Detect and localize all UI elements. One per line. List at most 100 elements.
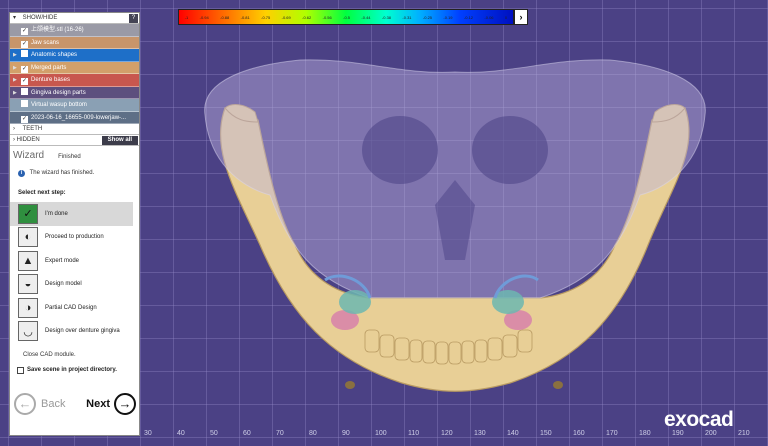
axis-tick-label: 110 bbox=[408, 430, 420, 437]
object-label: 上颌模型.stl (16-26) bbox=[31, 27, 84, 33]
object-row[interactable]: ▶ Merged parts bbox=[10, 61, 139, 74]
wizard-step[interactable]: ◡ Design over denture gingiva bbox=[10, 320, 133, 344]
expand-triangle-icon[interactable]: ▶ bbox=[13, 87, 21, 99]
object-row[interactable]: ▶ Denture bases bbox=[10, 74, 139, 87]
object-label: Merged parts bbox=[31, 64, 67, 71]
axis-tick-label: 70 bbox=[276, 430, 284, 437]
back-button[interactable]: ← Back bbox=[14, 393, 65, 415]
visibility-checkbox[interactable] bbox=[21, 40, 28, 48]
save-scene-checkbox-row[interactable]: Save scene in project directory. bbox=[10, 363, 139, 377]
colorbar-ticks: -1 -0.94 -0.88 -0.81 -0.75 -0.69 -0.62 -0.56 -0.… bbox=[179, 10, 513, 24]
axis-tick-label: 60 bbox=[243, 430, 251, 437]
right-orbit bbox=[472, 116, 548, 184]
axis-tick-label: 100 bbox=[375, 430, 387, 437]
wizard-step-label: Proceed to production bbox=[45, 234, 104, 241]
axis-tick-label: 30 bbox=[144, 430, 152, 437]
expand-triangle-icon[interactable]: ▶ bbox=[13, 74, 21, 86]
next-button[interactable]: Next → bbox=[86, 393, 136, 415]
colorbar-tick: -0.56 bbox=[322, 14, 332, 20]
teeth-header[interactable]: › TEETH bbox=[10, 124, 139, 135]
wizard-status: Finished bbox=[58, 154, 81, 160]
axis-tick-label: 180 bbox=[639, 430, 651, 437]
hidden-header[interactable]: › HIDDEN Show all bbox=[10, 135, 139, 146]
chevron-right-icon[interactable]: › bbox=[514, 9, 528, 25]
object-row[interactable]: Virtual wasup bottom bbox=[10, 99, 139, 112]
chevron-right-icon: › bbox=[13, 137, 15, 143]
axis-tick-label: 140 bbox=[507, 430, 519, 437]
mental-foramen-left bbox=[345, 381, 355, 389]
visibility-checkbox[interactable] bbox=[21, 65, 28, 73]
check-icon: ✓ bbox=[18, 203, 38, 224]
model-icon: ◒ bbox=[18, 274, 38, 295]
colorbar-tick: -0.44 bbox=[361, 14, 371, 20]
deviation-color-bar: -1 -0.94 -0.88 -0.81 -0.75 -0.69 -0.62 -0.56 -0.… bbox=[178, 9, 514, 25]
object-label: Denture bases bbox=[31, 77, 71, 83]
visibility-checkbox[interactable] bbox=[21, 100, 28, 107]
partial-cad-icon: ◑ bbox=[18, 297, 38, 318]
colorbar-tick: -0.81 bbox=[240, 14, 250, 20]
colorbar-tick: -0.12 bbox=[463, 14, 474, 20]
colorbar-tick: 0 bbox=[504, 14, 508, 20]
wizard-step[interactable]: ✓ I'm done bbox=[10, 202, 133, 226]
object-row[interactable]: ▶ Gingiva design parts bbox=[10, 86, 139, 99]
axis-tick-label: 50 bbox=[210, 430, 218, 437]
axis-tick-label: 150 bbox=[540, 430, 552, 437]
expand-triangle-icon[interactable]: ▶ bbox=[13, 62, 21, 74]
object-label: Gingiva design parts bbox=[31, 89, 86, 96]
axis-tick-label: 210 bbox=[738, 430, 750, 437]
object-row[interactable]: 上颌模型.stl (16-26) bbox=[10, 24, 139, 37]
axis-tick-label: 160 bbox=[573, 430, 585, 437]
object-row[interactable]: ▶ Anatomic shapes bbox=[10, 49, 139, 62]
skull-mandible-model[interactable] bbox=[140, 30, 768, 440]
wizard-navigation: ← Back Next → bbox=[10, 393, 139, 419]
wizard-steps: ✓ I'm done ◐ Proceed to production ▲ Expert m… bbox=[10, 202, 139, 343]
left-panel: ▾ SHOW/HIDE ? 上颌模型.stl (16-26) Jaw scans ▶… bbox=[9, 12, 140, 436]
axis-tick-label: 90 bbox=[342, 430, 350, 437]
colorbar-tick: -0.25 bbox=[422, 14, 433, 20]
object-label: Jaw scans bbox=[31, 39, 60, 46]
visibility-checkbox[interactable] bbox=[21, 115, 28, 123]
wizard-step[interactable]: ◒ Design model bbox=[10, 273, 133, 297]
save-scene-checkbox[interactable] bbox=[17, 366, 24, 374]
colorbar-tick: -0.69 bbox=[281, 14, 291, 20]
colorbar-tick: -0.75 bbox=[261, 14, 271, 20]
axis-tick-label: 80 bbox=[309, 430, 317, 437]
wizard-step[interactable]: ◐ Proceed to production bbox=[10, 226, 133, 250]
chevron-down-icon: ▾ bbox=[13, 15, 17, 21]
object-label: Virtual wasup bottom bbox=[31, 102, 87, 108]
visibility-checkbox[interactable] bbox=[21, 78, 28, 85]
show-all-button[interactable]: Show all bbox=[101, 136, 138, 145]
wizard-step-label: Design model bbox=[45, 281, 82, 288]
close-cad-module-link[interactable]: Close CAD module. bbox=[10, 343, 139, 363]
visibility-checkbox[interactable] bbox=[21, 50, 28, 57]
palette-icon: ◐ bbox=[18, 227, 38, 248]
object-row[interactable]: 2023-06-16_16655-009-lowerjaw-... bbox=[10, 111, 139, 124]
axis-tick-label: 40 bbox=[177, 430, 185, 437]
show-hide-label: SHOW/HIDE bbox=[22, 15, 58, 21]
visibility-checkbox[interactable] bbox=[21, 87, 28, 95]
arrow-left-icon: ← bbox=[14, 393, 36, 415]
visibility-checkbox[interactable] bbox=[21, 28, 28, 35]
wizard-step-label: Partial CAD Design bbox=[45, 304, 97, 311]
wizard-step-label: I'm done bbox=[45, 210, 68, 217]
show-hide-header[interactable]: ▾ SHOW/HIDE ? bbox=[10, 13, 139, 24]
wizard-step[interactable]: ▲ Expert mode bbox=[10, 249, 133, 273]
wizard-title: Wizard bbox=[13, 150, 45, 161]
colorbar-tick: -0.31 bbox=[402, 14, 412, 20]
select-next-step-label: Select next step: bbox=[18, 190, 66, 196]
graduation-cap-icon: ▲ bbox=[18, 250, 38, 271]
help-button[interactable]: ? bbox=[129, 14, 138, 23]
colorbar-tick: -0.62 bbox=[302, 14, 312, 20]
wizard-step[interactable]: ◑ Partial CAD Design bbox=[10, 296, 133, 320]
mental-foramen-right bbox=[553, 381, 563, 389]
colorbar-tick: -1 bbox=[184, 14, 189, 20]
object-row[interactable]: Jaw scans bbox=[10, 36, 139, 49]
exocad-logo: exocad bbox=[664, 408, 734, 431]
object-label: 2023-06-16_16655-009-lowerjaw-... bbox=[31, 114, 127, 121]
teeth-label: TEETH bbox=[22, 126, 43, 132]
object-label: Anatomic shapes bbox=[31, 52, 78, 58]
next-label: Next bbox=[86, 398, 110, 410]
colorbar-tick: -0.19 bbox=[443, 14, 453, 20]
expand-triangle-icon[interactable]: ▶ bbox=[13, 49, 21, 61]
axis-tick-label: 130 bbox=[474, 430, 486, 437]
